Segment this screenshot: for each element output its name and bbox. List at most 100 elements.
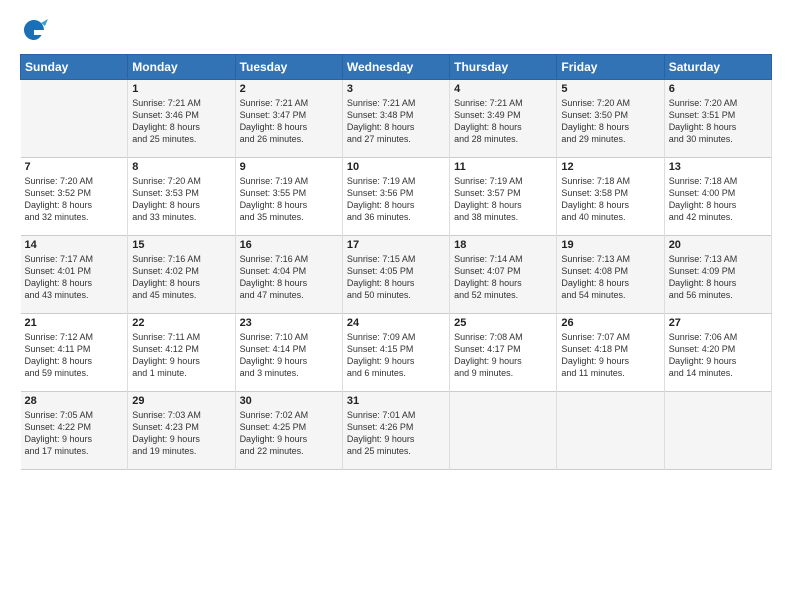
cell-info: Sunrise: 7:18 AM Sunset: 4:00 PM Dayligh… xyxy=(669,175,767,224)
day-number: 9 xyxy=(240,161,338,173)
cell-info: Sunrise: 7:13 AM Sunset: 4:08 PM Dayligh… xyxy=(561,253,659,302)
header xyxy=(20,16,772,44)
calendar-cell: 13Sunrise: 7:18 AM Sunset: 4:00 PM Dayli… xyxy=(664,158,771,236)
day-number: 11 xyxy=(454,161,552,173)
cell-info: Sunrise: 7:21 AM Sunset: 3:47 PM Dayligh… xyxy=(240,97,338,146)
day-number: 23 xyxy=(240,317,338,329)
calendar-cell: 12 Sunrise: 7:18 AM Sunset: 3:58 PM Dayli… xyxy=(557,158,664,236)
calendar-cell: 17 Sunrise: 7:15 AM Sunset: 4:05 PM Dayli… xyxy=(342,236,449,314)
cell-info: Sunrise: 7:08 AM Sunset: 4:17 PM Dayligh… xyxy=(454,331,552,380)
cell-info: Sunrise: 7:12 AM Sunset: 4:11 PM Dayligh… xyxy=(25,331,124,380)
calendar-cell: 3 Sunrise: 7:21 AM Sunset: 3:48 PM Daylig… xyxy=(342,80,449,158)
calendar-cell: 31Sunrise: 7:01 AM Sunset: 4:26 PM Dayli… xyxy=(342,392,449,470)
day-number: 15 xyxy=(132,239,230,251)
day-header-sunday: Sunday xyxy=(21,55,128,80)
calendar-cell: 11 Sunrise: 7:19 AM Sunset: 3:57 PM Dayli… xyxy=(450,158,557,236)
cell-info: Sunrise: 7:02 AM Sunset: 4:25 PM Dayligh… xyxy=(240,409,338,458)
calendar-cell: 19 Sunrise: 7:13 AM Sunset: 4:08 PM Dayli… xyxy=(557,236,664,314)
calendar-cell: 25Sunrise: 7:08 AM Sunset: 4:17 PM Dayli… xyxy=(450,314,557,392)
cell-info: Sunrise: 7:06 AM Sunset: 4:20 PM Dayligh… xyxy=(669,331,767,380)
cell-info: Sunrise: 7:15 AM Sunset: 4:05 PM Dayligh… xyxy=(347,253,445,302)
day-number: 14 xyxy=(25,239,124,251)
day-number: 8 xyxy=(132,161,230,173)
cell-info: Sunrise: 7:19 AM Sunset: 3:56 PM Dayligh… xyxy=(347,175,445,224)
cell-info: Sunrise: 7:13 AM Sunset: 4:09 PM Dayligh… xyxy=(669,253,767,302)
cell-info: Sunrise: 7:14 AM Sunset: 4:07 PM Dayligh… xyxy=(454,253,552,302)
cell-info: Sunrise: 7:20 AM Sunset: 3:50 PM Dayligh… xyxy=(561,97,659,146)
day-number: 6 xyxy=(669,83,767,95)
day-header-tuesday: Tuesday xyxy=(235,55,342,80)
day-number: 10 xyxy=(347,161,445,173)
day-number: 29 xyxy=(132,395,230,407)
day-number: 26 xyxy=(561,317,659,329)
day-number: 2 xyxy=(240,83,338,95)
week-row-3: 14 Sunrise: 7:17 AM Sunset: 4:01 PM Dayli… xyxy=(21,236,772,314)
day-number: 30 xyxy=(240,395,338,407)
day-number: 7 xyxy=(25,161,124,173)
cell-info: Sunrise: 7:05 AM Sunset: 4:22 PM Dayligh… xyxy=(25,409,124,458)
day-number: 20 xyxy=(669,239,767,251)
day-number: 28 xyxy=(25,395,124,407)
calendar-cell: 15Sunrise: 7:16 AM Sunset: 4:02 PM Dayli… xyxy=(128,236,235,314)
calendar-cell: 24 Sunrise: 7:09 AM Sunset: 4:15 PM Dayli… xyxy=(342,314,449,392)
cell-info: Sunrise: 7:21 AM Sunset: 3:48 PM Dayligh… xyxy=(347,97,445,146)
day-number: 16 xyxy=(240,239,338,251)
calendar-cell: 6 Sunrise: 7:20 AM Sunset: 3:51 PM Daylig… xyxy=(664,80,771,158)
calendar-cell xyxy=(450,392,557,470)
calendar-cell: 27Sunrise: 7:06 AM Sunset: 4:20 PM Dayli… xyxy=(664,314,771,392)
day-number: 12 xyxy=(561,161,659,173)
calendar-cell: 29 Sunrise: 7:03 AM Sunset: 4:23 PM Dayli… xyxy=(128,392,235,470)
day-number: 21 xyxy=(25,317,124,329)
cell-info: Sunrise: 7:17 AM Sunset: 4:01 PM Dayligh… xyxy=(25,253,124,302)
week-row-2: 7 Sunrise: 7:20 AM Sunset: 3:52 PM Daylig… xyxy=(21,158,772,236)
cell-info: Sunrise: 7:20 AM Sunset: 3:52 PM Dayligh… xyxy=(25,175,124,224)
day-number: 1 xyxy=(132,83,230,95)
cell-info: Sunrise: 7:03 AM Sunset: 4:23 PM Dayligh… xyxy=(132,409,230,458)
calendar-cell: 28 Sunrise: 7:05 AM Sunset: 4:22 PM Dayli… xyxy=(21,392,128,470)
cell-info: Sunrise: 7:18 AM Sunset: 3:58 PM Dayligh… xyxy=(561,175,659,224)
day-number: 19 xyxy=(561,239,659,251)
calendar-cell: 22 Sunrise: 7:11 AM Sunset: 4:12 PM Dayli… xyxy=(128,314,235,392)
days-header-row: SundayMondayTuesdayWednesdayThursdayFrid… xyxy=(21,55,772,80)
cell-info: Sunrise: 7:19 AM Sunset: 3:57 PM Dayligh… xyxy=(454,175,552,224)
calendar-cell: 10 Sunrise: 7:19 AM Sunset: 3:56 PM Dayli… xyxy=(342,158,449,236)
calendar-cell: 2 Sunrise: 7:21 AM Sunset: 3:47 PM Daylig… xyxy=(235,80,342,158)
calendar-cell: 5Sunrise: 7:20 AM Sunset: 3:50 PM Daylig… xyxy=(557,80,664,158)
calendar-cell: 18 Sunrise: 7:14 AM Sunset: 4:07 PM Dayli… xyxy=(450,236,557,314)
calendar-cell: 20 Sunrise: 7:13 AM Sunset: 4:09 PM Dayli… xyxy=(664,236,771,314)
calendar-cell: 21 Sunrise: 7:12 AM Sunset: 4:11 PM Dayli… xyxy=(21,314,128,392)
calendar-cell: 7 Sunrise: 7:20 AM Sunset: 3:52 PM Daylig… xyxy=(21,158,128,236)
cell-info: Sunrise: 7:20 AM Sunset: 3:51 PM Dayligh… xyxy=(669,97,767,146)
cell-info: Sunrise: 7:16 AM Sunset: 4:04 PM Dayligh… xyxy=(240,253,338,302)
calendar-cell: 23Sunrise: 7:10 AM Sunset: 4:14 PM Dayli… xyxy=(235,314,342,392)
page-container: SundayMondayTuesdayWednesdayThursdayFrid… xyxy=(0,0,792,480)
calendar-cell: 26 Sunrise: 7:07 AM Sunset: 4:18 PM Dayli… xyxy=(557,314,664,392)
cell-info: Sunrise: 7:01 AM Sunset: 4:26 PM Dayligh… xyxy=(347,409,445,458)
calendar-cell xyxy=(664,392,771,470)
cell-info: Sunrise: 7:09 AM Sunset: 4:15 PM Dayligh… xyxy=(347,331,445,380)
cell-info: Sunrise: 7:20 AM Sunset: 3:53 PM Dayligh… xyxy=(132,175,230,224)
cell-info: Sunrise: 7:21 AM Sunset: 3:46 PM Dayligh… xyxy=(132,97,230,146)
week-row-1: 1 Sunrise: 7:21 AM Sunset: 3:46 PM Daylig… xyxy=(21,80,772,158)
day-header-wednesday: Wednesday xyxy=(342,55,449,80)
cell-info: Sunrise: 7:19 AM Sunset: 3:55 PM Dayligh… xyxy=(240,175,338,224)
cell-info: Sunrise: 7:11 AM Sunset: 4:12 PM Dayligh… xyxy=(132,331,230,380)
day-header-friday: Friday xyxy=(557,55,664,80)
day-number: 4 xyxy=(454,83,552,95)
calendar-cell: 30 Sunrise: 7:02 AM Sunset: 4:25 PM Dayli… xyxy=(235,392,342,470)
logo xyxy=(20,16,50,44)
calendar-cell: 14 Sunrise: 7:17 AM Sunset: 4:01 PM Dayli… xyxy=(21,236,128,314)
calendar-table: SundayMondayTuesdayWednesdayThursdayFrid… xyxy=(20,54,772,470)
day-number: 17 xyxy=(347,239,445,251)
calendar-cell: 8 Sunrise: 7:20 AM Sunset: 3:53 PM Daylig… xyxy=(128,158,235,236)
cell-info: Sunrise: 7:07 AM Sunset: 4:18 PM Dayligh… xyxy=(561,331,659,380)
day-number: 24 xyxy=(347,317,445,329)
day-number: 18 xyxy=(454,239,552,251)
day-header-saturday: Saturday xyxy=(664,55,771,80)
calendar-cell xyxy=(557,392,664,470)
day-number: 22 xyxy=(132,317,230,329)
logo-icon xyxy=(20,16,48,44)
day-number: 3 xyxy=(347,83,445,95)
calendar-cell: 16 Sunrise: 7:16 AM Sunset: 4:04 PM Dayli… xyxy=(235,236,342,314)
calendar-cell xyxy=(21,80,128,158)
